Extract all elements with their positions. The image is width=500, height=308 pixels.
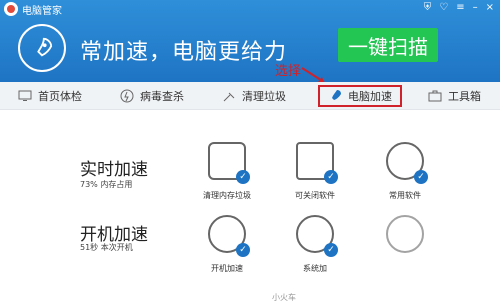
tool-label: 开机加速 bbox=[211, 264, 243, 273]
rocket-icon bbox=[18, 24, 66, 72]
monitor-icon bbox=[18, 89, 32, 103]
gear-icon: ✓ bbox=[296, 215, 338, 257]
one-click-scan-button[interactable]: 一键扫描 bbox=[338, 28, 438, 62]
tool-startup-speed[interactable]: ✓ 开机加速 bbox=[192, 215, 262, 274]
menu-icon[interactable]: ≡ bbox=[456, 2, 464, 13]
rocket-icon bbox=[328, 89, 342, 103]
tool-label: 清理内存垃圾 bbox=[203, 191, 251, 200]
shield-icon[interactable]: ⛨ bbox=[424, 2, 432, 13]
realtime-title: 实时加速 bbox=[80, 160, 148, 180]
realtime-subtitle: 73% 内存占用 bbox=[80, 180, 133, 189]
tab-label: 首页体检 bbox=[38, 90, 82, 103]
tab-bar: 首页体检 病毒查杀 清理垃圾 电脑加速 工具箱 bbox=[0, 82, 500, 110]
startup-subtitle: 51秒 本次开机 bbox=[80, 243, 133, 252]
tab-home[interactable]: 首页体检 bbox=[18, 87, 82, 105]
app-avatar-icon bbox=[4, 2, 18, 16]
tab-label: 病毒查杀 bbox=[140, 90, 184, 103]
tool-common-software[interactable]: ✓ 常用软件 bbox=[370, 142, 440, 201]
tab-speed-up[interactable]: 电脑加速 bbox=[318, 85, 402, 107]
check-badge-icon: ✓ bbox=[414, 170, 428, 184]
check-badge-icon: ✓ bbox=[324, 243, 338, 257]
tab-label: 工具箱 bbox=[448, 90, 481, 103]
annotation-select: 选择 bbox=[275, 64, 302, 79]
tool-label: 常用软件 bbox=[389, 191, 421, 200]
tool-label: 系统加 bbox=[303, 264, 327, 273]
window-controls: ⛨ ♡ ≡ – × bbox=[424, 2, 494, 13]
close-icon[interactable]: × bbox=[486, 2, 494, 13]
app-title: 电脑管家 bbox=[22, 6, 62, 17]
title-bar: 电脑管家 ⛨ ♡ ≡ – × bbox=[0, 0, 500, 18]
header: 电脑管家 ⛨ ♡ ≡ – × 常加速，电脑更给力 一键扫描 选择 bbox=[0, 0, 500, 83]
globe-icon bbox=[386, 215, 424, 253]
tool-system-speed[interactable]: ✓ 系统加 bbox=[280, 215, 350, 274]
check-badge-icon: ✓ bbox=[236, 170, 250, 184]
tab-virus-scan[interactable]: 病毒查杀 bbox=[120, 87, 184, 105]
hero-slogan: 常加速，电脑更给力 bbox=[80, 40, 288, 65]
app-window: 电脑管家 ⛨ ♡ ≡ – × 常加速，电脑更给力 一键扫描 选择 首页体检 病毒… bbox=[0, 0, 500, 308]
disc-icon: ✓ bbox=[386, 142, 428, 184]
check-badge-icon: ✓ bbox=[236, 243, 250, 257]
minimize-icon[interactable]: – bbox=[473, 2, 478, 13]
tab-label: 清理垃圾 bbox=[242, 90, 286, 103]
tab-toolbox[interactable]: 工具箱 bbox=[428, 87, 481, 105]
toolbox-icon bbox=[428, 89, 442, 103]
footer-brand: 小火车 bbox=[272, 293, 296, 302]
tab-clean-junk[interactable]: 清理垃圾 bbox=[222, 87, 286, 105]
shield-icon bbox=[120, 89, 134, 103]
memory-chip-icon: ✓ bbox=[208, 142, 250, 184]
tool-clean-memory[interactable]: ✓ 清理内存垃圾 bbox=[192, 142, 262, 201]
power-icon: ✓ bbox=[208, 215, 250, 257]
tool-closable-software[interactable]: ✓ 可关闭软件 bbox=[280, 142, 350, 201]
skin-icon[interactable]: ♡ bbox=[439, 2, 448, 13]
tool-label: 可关闭软件 bbox=[295, 191, 335, 200]
main-content: 实时加速 73% 内存占用 ✓ 清理内存垃圾 ✓ 可关闭软件 ✓ 常用软件 开机… bbox=[0, 110, 500, 308]
box-icon: ✓ bbox=[296, 142, 338, 184]
check-badge-icon: ✓ bbox=[324, 170, 338, 184]
tab-label: 电脑加速 bbox=[348, 90, 392, 103]
tool-globe[interactable] bbox=[370, 215, 440, 263]
rocket-svg bbox=[37, 37, 53, 57]
broom-icon bbox=[222, 89, 236, 103]
